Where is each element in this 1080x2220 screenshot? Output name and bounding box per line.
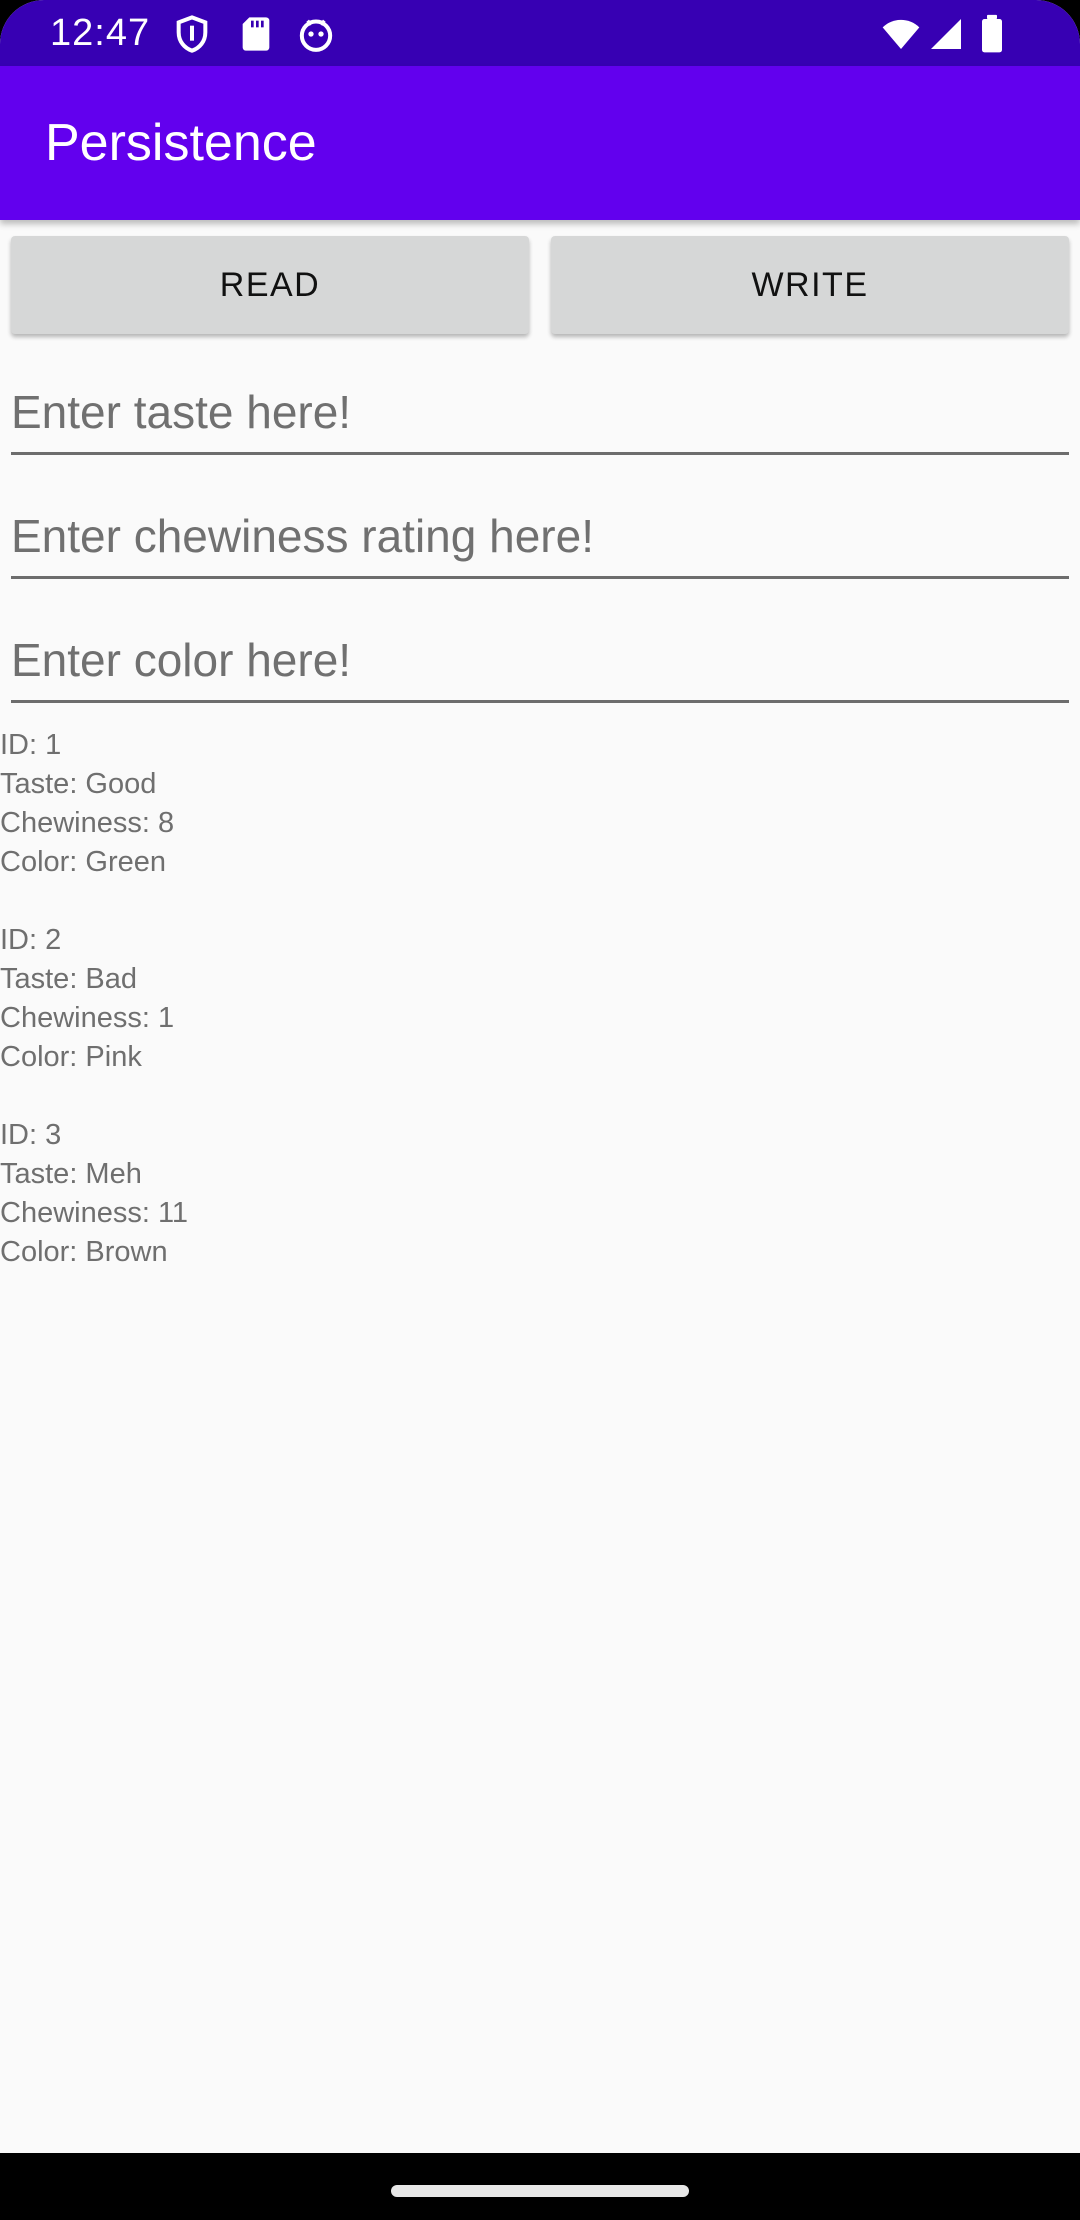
record-taste: Taste: Good bbox=[0, 768, 157, 800]
taste-field[interactable] bbox=[11, 372, 1069, 455]
taste-input[interactable] bbox=[11, 372, 1069, 452]
record-id: ID: 2 bbox=[0, 924, 62, 956]
record-color: Color: Brown bbox=[0, 1236, 168, 1268]
home-gesture-handle[interactable] bbox=[391, 2185, 689, 2197]
color-field[interactable] bbox=[11, 620, 1069, 703]
record-taste: Taste: Bad bbox=[0, 963, 138, 995]
app-screen: 12:47 Persistence READ WRITE Enter taste… bbox=[0, 0, 1080, 2220]
chewiness-field[interactable] bbox=[11, 496, 1069, 579]
sd-card-icon bbox=[236, 14, 276, 54]
write-button[interactable]: WRITE bbox=[551, 236, 1069, 334]
records-list: ID: 1 Taste: Good Chewiness: 8 Color: Gr… bbox=[0, 726, 1080, 1311]
record-item: ID: 2 Taste: Bad Chewiness: 1 Color: Pin… bbox=[0, 921, 1080, 1077]
android-debug-icon bbox=[296, 14, 336, 54]
wifi-icon bbox=[880, 14, 922, 54]
color-input[interactable] bbox=[11, 620, 1069, 700]
shield-icon bbox=[172, 14, 212, 54]
app-bar: Persistence bbox=[0, 66, 1080, 220]
record-id: ID: 1 bbox=[0, 729, 62, 761]
status-bar: 12:47 bbox=[0, 0, 1080, 66]
record-id: ID: 3 bbox=[0, 1119, 62, 1151]
record-color: Color: Green bbox=[0, 846, 167, 878]
record-color: Color: Pink bbox=[0, 1041, 142, 1073]
battery-icon bbox=[976, 14, 1008, 54]
record-taste: Taste: Meh bbox=[0, 1158, 142, 1190]
record-item: ID: 3 Taste: Meh Chewiness: 11 Color: Br… bbox=[0, 1116, 1080, 1272]
record-chewiness: Chewiness: 8 bbox=[0, 807, 175, 839]
record-chewiness: Chewiness: 11 bbox=[0, 1197, 189, 1229]
record-chewiness: Chewiness: 1 bbox=[0, 1002, 175, 1034]
status-time: 12:47 bbox=[50, 12, 151, 54]
app-title: Persistence bbox=[45, 114, 317, 172]
record-item: ID: 1 Taste: Good Chewiness: 8 Color: Gr… bbox=[0, 726, 1080, 882]
navigation-bar bbox=[0, 2153, 1080, 2220]
read-button[interactable]: READ bbox=[11, 236, 529, 334]
chewiness-input[interactable] bbox=[11, 496, 1069, 576]
cell-signal-icon bbox=[928, 14, 964, 54]
